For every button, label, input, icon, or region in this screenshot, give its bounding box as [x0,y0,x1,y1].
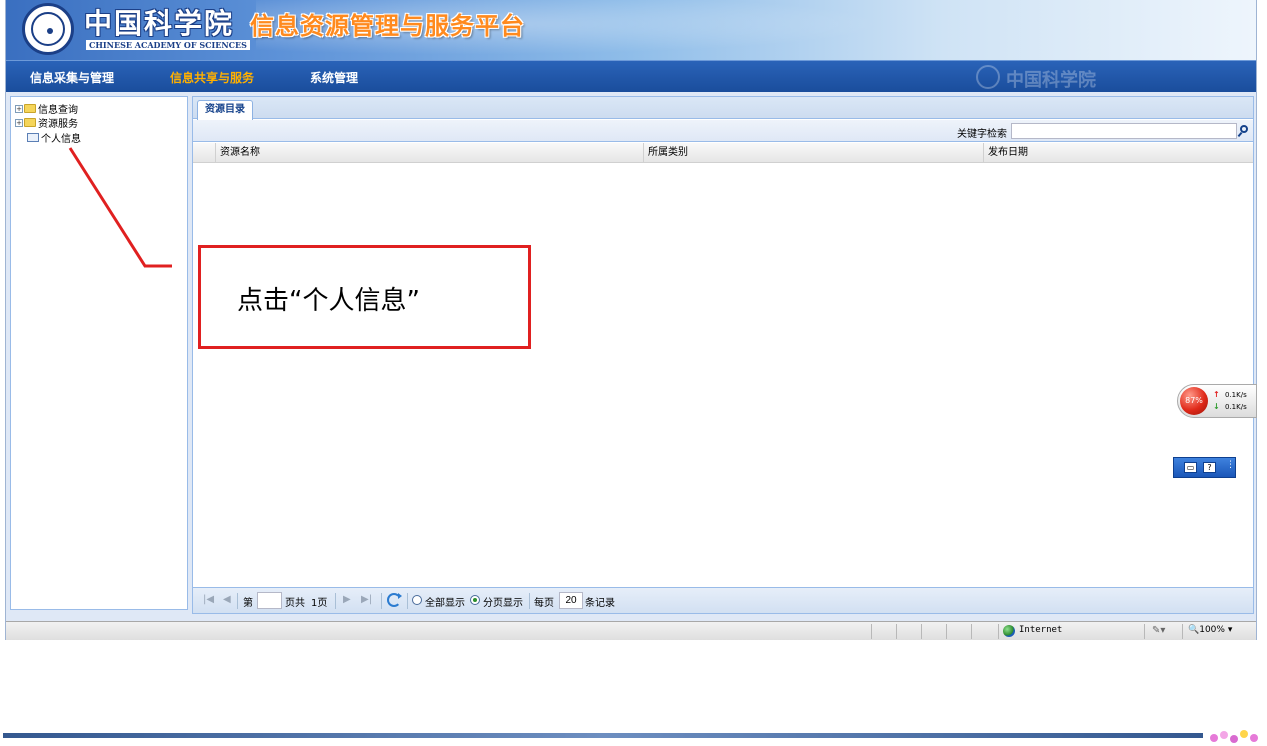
browser-window: 中国科学院 CHINESE ACADEMY OF SCIENCES 信息资源管理… [5,0,1257,640]
show-all-radio[interactable] [412,595,422,605]
per-page-label: 每页 [534,598,554,609]
nav-tree: + 信息查询 + 资源服务 个人信息 [10,96,188,610]
paging-toolbar: |◀ ◀ 第 页共 1页 ▶ ▶| 全部显示 分页显示 每页 条记录 [193,587,1253,613]
refresh-icon[interactable] [387,593,402,607]
tab-resource-catalog[interactable]: 资源目录 [197,100,253,120]
internet-zone-icon [1003,625,1015,637]
records-label: 条记录 [585,598,615,609]
cas-watermark-icon [976,65,1000,89]
top-nav: 信息采集与管理 信息共享与服务 系统管理 中国科学院 [6,60,1256,92]
nav-item-sharing[interactable]: 信息共享与服务 [170,69,254,86]
total-pages: 1页 [311,598,328,609]
cas-emblem-icon [22,3,74,55]
grid-header: 资源名称 所属类别 发布日期 [193,143,1253,163]
search-input[interactable] [1011,123,1237,139]
search-bar: 关键字检索 [193,120,1253,142]
platform-title: 信息资源管理与服务平台 [250,12,525,40]
column-header-name[interactable]: 资源名称 [215,143,643,163]
tab-strip: 资源目录 [193,97,1253,120]
zoom-level[interactable]: 🔍100% ▾ [1188,625,1232,635]
flower-decoration-icon [1208,728,1264,744]
first-page-icon[interactable]: |◀ [203,594,214,605]
ime-menu-icon[interactable]: ⋮ [1226,460,1235,470]
next-page-icon[interactable]: ▶ [343,594,351,605]
folder-icon [24,104,36,113]
paged-radio[interactable] [470,595,480,605]
annotation-text: 点击“个人信息” [237,286,420,316]
upload-speed: 0.1K/s [1225,391,1247,399]
profile-card-icon [27,133,39,142]
tree-item-info-query[interactable]: + 信息查询 [15,101,78,116]
help-icon[interactable]: ? [1203,462,1216,473]
expand-icon[interactable]: + [15,104,23,113]
banner: 中国科学院 CHINESE ACADEMY OF SCIENCES 信息资源管理… [6,0,1256,60]
page-suffix: 页共 [285,598,305,609]
tree-item-personal-info[interactable]: 个人信息 [27,130,81,145]
browser-status-bar: Internet ✎▾ 🔍100% ▾ [6,621,1256,640]
paged-label: 分页显示 [483,598,523,609]
tree-item-resource-service[interactable]: + 资源服务 [15,115,78,130]
show-all-label: 全部显示 [425,598,465,609]
org-name-cn: 中国科学院 [84,7,235,40]
nav-item-system[interactable]: 系统管理 [310,69,358,86]
search-label: 关键字检索 [957,129,1007,140]
page-prefix: 第 [243,598,253,609]
annotation-callout: 点击“个人信息” [198,245,531,349]
folder-icon [24,118,36,127]
slide-bottom-rule [3,733,1203,738]
per-page-input[interactable] [559,592,583,609]
protected-mode-icon[interactable]: ✎▾ [1152,625,1165,636]
last-page-icon[interactable]: ▶| [361,594,372,605]
prev-page-icon[interactable]: ◀ [223,594,231,605]
net-usage-ball: 87% [1180,387,1208,415]
keyboard-icon[interactable]: ▭ [1184,462,1197,473]
column-header-category[interactable]: 所属类别 [643,143,983,163]
nav-watermark-text: 中国科学院 [1006,70,1096,91]
upload-arrow-icon: ↑ [1213,390,1220,399]
network-speed-widget[interactable]: 87% ↑ 0.1K/s ↓ 0.1K/s [1177,384,1257,418]
column-header-date[interactable]: 发布日期 [983,143,1239,163]
security-zone-label: Internet [1019,625,1063,635]
download-speed: 0.1K/s [1225,403,1247,411]
page-number-input[interactable] [257,592,282,609]
download-arrow-icon: ↓ [1213,402,1220,411]
org-name-en: CHINESE ACADEMY OF SCIENCES [86,40,250,50]
expand-icon[interactable]: + [15,118,23,127]
main-panel: 资源目录 关键字检索 资源名称 所属类别 发布日期 |◀ ◀ 第 页共 1页 ▶… [192,96,1254,614]
search-icon[interactable] [1237,123,1252,139]
ime-toolbar[interactable]: ▭ ? ⋮ [1173,457,1236,478]
nav-watermark-logo: 中国科学院 [976,64,1121,91]
nav-item-collection[interactable]: 信息采集与管理 [30,69,114,86]
